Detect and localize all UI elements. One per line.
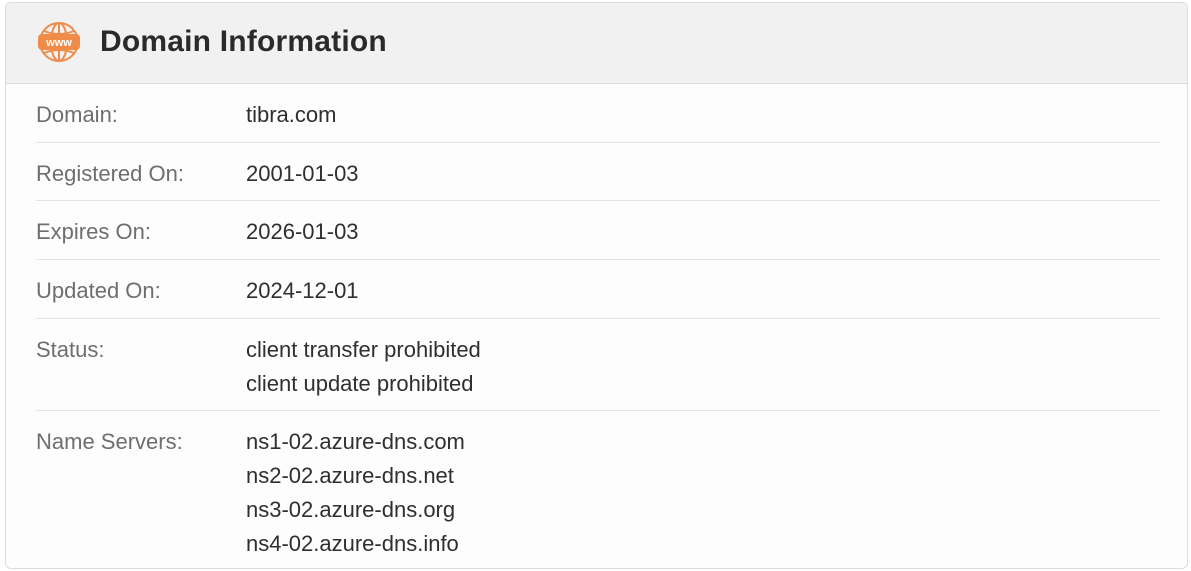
detail-values: 2001-01-03 [246,157,1160,200]
detail-row-expires-on: Expires On: 2026-01-03 [36,201,1160,260]
domain-information-card: www Domain Information Domain: tibra.com… [5,2,1188,569]
detail-label: Name Servers: [36,429,183,454]
detail-label: Domain: [36,102,118,127]
updated-on-value: 2024-12-01 [246,278,359,303]
expires-on-value: 2026-01-03 [246,219,359,244]
registered-on-value: 2001-01-03 [246,161,359,186]
detail-label: Status: [36,337,105,362]
detail-values: 2024-12-01 [246,274,1160,318]
status-value: client update prohibited [246,371,474,396]
detail-label: Expires On: [36,219,151,244]
domain-details-list: Domain: tibra.com Registered On: 2001-01… [36,84,1160,568]
svg-text:www: www [45,37,72,49]
detail-values: ns1-02.azure-dns.com ns2-02.azure-dns.ne… [246,425,1160,568]
name-server-value: ns3-02.azure-dns.org [246,497,456,522]
name-server-value: ns4-02.azure-dns.info [246,531,459,556]
detail-values: 2026-01-03 [246,215,1160,259]
detail-row-domain: Domain: tibra.com [36,84,1160,143]
www-globe-icon: www [38,22,80,62]
detail-label: Updated On: [36,278,161,303]
card-header: www Domain Information [6,3,1187,84]
detail-values: tibra.com [246,98,1160,142]
detail-label: Registered On: [36,161,184,186]
detail-row-registered-on: Registered On: 2001-01-03 [36,143,1160,201]
detail-row-name-servers: Name Servers: ns1-02.azure-dns.com ns2-0… [36,411,1160,568]
status-value: client transfer prohibited [246,337,481,362]
detail-row-status: Status: client transfer prohibited clien… [36,319,1160,411]
name-server-value: ns2-02.azure-dns.net [246,463,454,488]
detail-values: client transfer prohibited client update… [246,333,1160,410]
domain-value: tibra.com [246,102,337,127]
name-server-value: ns1-02.azure-dns.com [246,429,465,454]
page-title: Domain Information [100,25,387,58]
detail-row-updated-on: Updated On: 2024-12-01 [36,260,1160,319]
